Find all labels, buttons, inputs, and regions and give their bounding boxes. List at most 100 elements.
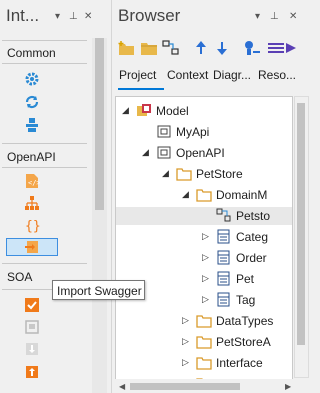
model-root-icon [136, 103, 152, 118]
tree-node[interactable]: ◢ OpenAPI [116, 144, 292, 162]
move-up-icon[interactable] [192, 40, 210, 56]
expand-arrow-icon[interactable]: ▷ [202, 231, 212, 241]
svg-text:{}: {} [25, 219, 40, 233]
tree-node[interactable]: ◢ DomainM [116, 186, 292, 204]
tree-node[interactable]: ▷ Order [116, 249, 292, 267]
tree-node-label: PetStoreA [216, 335, 271, 349]
tree-horizontal-scrollbar[interactable]: ◀ ▶ [115, 379, 307, 393]
service-icon[interactable] [22, 318, 42, 336]
folder-icon [176, 166, 192, 181]
check-icon[interactable] [22, 296, 42, 314]
toolbox-panel: Int... ▾ ⊥ ✕ Common OpenAPI </> {} SOA [0, 0, 111, 393]
tree-node[interactable]: ◢ PetStore [116, 165, 292, 183]
tree-node[interactable]: Petsto [116, 207, 292, 225]
tree-node[interactable]: ▷ Categ [116, 228, 292, 246]
expand-arrow-icon[interactable]: ▷ [202, 294, 212, 304]
collapse-arrow-icon[interactable]: ◢ [162, 168, 172, 178]
toolbox-menu-button[interactable]: ▾ [55, 11, 60, 22]
collapse-arrow-icon[interactable]: ◢ [122, 105, 132, 115]
folder-icon[interactable] [140, 40, 158, 56]
expand-arrow-icon[interactable]: ▷ [202, 273, 212, 283]
class-icon [216, 229, 232, 244]
tree-node-label: DataTypes [216, 314, 274, 328]
tab-diagram[interactable]: Diagr... [213, 68, 251, 82]
tree-node[interactable]: MyApi [116, 123, 292, 141]
group-label-common: Common [7, 46, 56, 60]
code-icon[interactable]: </> [22, 172, 42, 190]
package-icon [156, 124, 172, 139]
tree-vertical-scrollbar[interactable] [294, 96, 309, 378]
browser-panel: Browser ▾ ⊥ ✕ Project Context Diagr... R… [111, 0, 311, 393]
expand-arrow-icon[interactable]: ▷ [182, 315, 192, 325]
hierarchy-icon[interactable] [22, 194, 42, 212]
tree-node-label: Petsto [236, 209, 271, 223]
scroll-right-arrow-icon[interactable]: ▶ [285, 382, 291, 391]
expand-arrow-icon[interactable]: ▷ [182, 357, 192, 367]
tree-node-label: Tag [236, 293, 256, 307]
toolbox-close-button[interactable]: ✕ [84, 11, 92, 22]
toolbox-title: Int... [6, 6, 40, 25]
tree-vertical-scrollbar-thumb[interactable] [297, 103, 305, 345]
diagram-icon[interactable] [162, 40, 180, 56]
tree-horizontal-scrollbar-thumb[interactable] [130, 383, 240, 390]
tree-node-label: Order [236, 251, 267, 265]
tab-context[interactable]: Context [167, 68, 208, 82]
move-down-icon[interactable] [213, 40, 231, 56]
toolbox-scrollbar-thumb[interactable] [95, 38, 104, 210]
folder-icon [196, 187, 212, 202]
group-divider [2, 263, 87, 264]
tree-node[interactable]: ▷ DataTypes [116, 312, 292, 330]
properties-icon[interactable] [243, 40, 261, 56]
browser-title: Browser [118, 6, 181, 25]
svg-text:</>: </> [28, 179, 40, 187]
group-divider [2, 40, 87, 41]
tree-node-label: DomainM [216, 188, 268, 202]
braces-icon[interactable]: {} [22, 216, 42, 234]
package-icon [156, 145, 172, 160]
collapse-arrow-icon[interactable]: ◢ [182, 189, 192, 199]
scroll-left-arrow-icon[interactable]: ◀ [119, 382, 125, 391]
diagram-icon [216, 208, 232, 223]
folder-icon [196, 334, 212, 349]
group-label-openapi: OpenAPI [7, 150, 56, 164]
details-icon[interactable] [267, 40, 297, 56]
browser-menu-button[interactable]: ▾ [255, 11, 260, 22]
tree-node[interactable]: ▷ Interface [116, 354, 292, 372]
stack-icon[interactable] [22, 116, 42, 134]
tree-node-label: MyApi [176, 125, 210, 139]
tooltip: Import Swagger [52, 280, 145, 300]
project-tree[interactable]: ◢ Model MyApi ◢ OpenAPI ◢ PetStore ◢ DomainM Pets… [115, 96, 293, 380]
tree-node-label: PetStore [196, 167, 243, 181]
group-divider [2, 143, 87, 144]
refresh-icon[interactable] [22, 93, 42, 111]
active-tab-indicator [118, 88, 164, 90]
new-package-icon[interactable] [118, 40, 136, 56]
tree-node[interactable]: ◢ Model [116, 102, 292, 120]
expand-arrow-icon[interactable]: ▷ [202, 252, 212, 262]
folder-icon [196, 313, 212, 328]
collapse-arrow-icon[interactable]: ◢ [142, 147, 152, 157]
expand-arrow-icon[interactable]: ▷ [182, 336, 192, 346]
browser-close-button[interactable]: ✕ [289, 11, 297, 22]
group-label-soa: SOA [7, 270, 33, 284]
upload-icon[interactable] [22, 363, 42, 381]
tree-node[interactable]: ▷ PetStoreA [116, 333, 292, 351]
class-icon [216, 292, 232, 307]
class-icon [216, 250, 232, 265]
download-icon[interactable] [22, 340, 42, 358]
toolbox-pin-button[interactable]: ⊥ [69, 11, 78, 22]
browser-pin-button[interactable]: ⊥ [270, 11, 279, 22]
folder-icon [196, 355, 212, 370]
tree-node-label: Interface [216, 356, 263, 370]
tab-project[interactable]: Project [119, 68, 156, 82]
tree-node-label: Model [156, 104, 189, 118]
toolbox-scrollbar[interactable] [92, 38, 107, 393]
class-icon [216, 271, 232, 286]
tab-resources[interactable]: Reso... [258, 68, 296, 82]
tree-node-label: Categ [236, 230, 269, 244]
gear-icon[interactable] [22, 70, 42, 88]
import-icon[interactable] [6, 238, 58, 256]
tree-node-label: Pet [236, 272, 255, 286]
tree-node-label: OpenAPI [176, 146, 225, 160]
group-divider [2, 63, 87, 64]
